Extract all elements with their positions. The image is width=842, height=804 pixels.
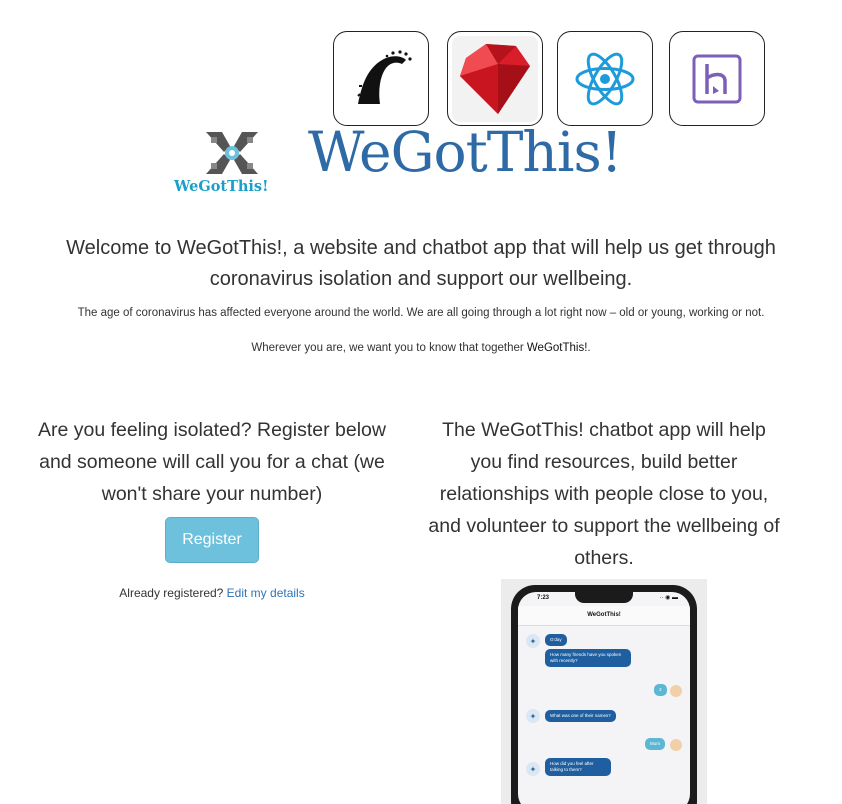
chatbot-pitch-line-3: relationships with people close to you, <box>439 483 769 505</box>
heroku-tile <box>669 31 765 126</box>
chat-header: WeGotThis! <box>518 606 690 626</box>
already-registered: Already registered? Edit my details <box>22 586 402 600</box>
register-pitch-line-1: Are you feeling isolated? Register below <box>38 419 386 441</box>
register-pitch-line-3: won't share your number) <box>101 483 323 505</box>
welcome-line-2: coronavirus isolation and support our we… <box>209 268 633 290</box>
chat-message-bot: G'day <box>545 634 567 646</box>
user-avatar-icon <box>670 685 682 697</box>
intro-paragraph-2: Wherever you are, we want you to know th… <box>0 342 842 354</box>
ruby-icon <box>452 35 538 122</box>
chat-message-user: 3 <box>654 684 667 696</box>
bot-avatar-icon: ✦ <box>526 762 540 776</box>
rails-tile <box>333 31 429 126</box>
react-tile <box>557 31 653 126</box>
chatbot-pitch-line-4: and volunteer to support the wellbeing o… <box>428 515 780 537</box>
chatbot-pitch: The WeGotThis! chatbot app will help you… <box>414 414 794 574</box>
register-pitch: Are you feeling isolated? Register below… <box>22 414 402 510</box>
chatbot-pitch-line-5: others. <box>574 547 634 569</box>
status-icons: ·· ◉ ▬ <box>659 595 678 601</box>
intro-paragraph-1: The age of coronavirus has affected ever… <box>77 307 765 319</box>
chatbot-pitch-line-1: The WeGotThis! chatbot app will help <box>442 419 766 441</box>
bot-avatar-icon: ✦ <box>526 634 540 648</box>
intro-prefix: Wherever you are, we want you to know th… <box>251 342 527 354</box>
heroku-icon <box>692 54 742 103</box>
status-time: 7:23 <box>537 595 550 601</box>
user-avatar-icon <box>670 739 682 751</box>
brand-logo: WeGotThis! <box>172 128 292 196</box>
chat-message-bot: How did you feel after talking to them? <box>545 758 611 776</box>
intro-suffix: . <box>587 342 591 354</box>
welcome-line-1: Welcome to WeGotThis!, a website and cha… <box>66 237 776 259</box>
phone-mockup: 7:23 ·· ◉ ▬ WeGotThis! ✦ G'day How many … <box>501 579 707 804</box>
chatbot-pitch-line-2: you find resources, build better <box>470 451 738 473</box>
ruby-tile <box>447 31 543 126</box>
chat-message-user: Mum <box>645 738 665 750</box>
phone-notch <box>575 592 633 603</box>
chat-message-bot: How many friends have you spoken with re… <box>545 649 631 667</box>
already-registered-text: Already registered? <box>119 586 227 600</box>
react-icon <box>575 52 635 105</box>
intro-brand: WeGotThis! <box>526 342 588 354</box>
logo-emblem-icon <box>206 132 258 174</box>
chat-message-bot: What was one of their names? <box>545 710 616 722</box>
edit-details-link[interactable]: Edit my details <box>227 586 305 600</box>
welcome-heading: Welcome to WeGotThis!, a website and cha… <box>0 233 842 295</box>
phone-screen: 7:23 ·· ◉ ▬ WeGotThis! ✦ G'day How many … <box>518 592 690 804</box>
bot-avatar-icon: ✦ <box>526 709 540 723</box>
logo-text: WeGotThis! <box>174 178 269 195</box>
register-button[interactable]: Register <box>165 517 259 563</box>
rails-icon <box>357 49 412 104</box>
register-pitch-line-2: and someone will call you for a chat (we <box>39 451 385 473</box>
page-title: WeGotThis! <box>308 120 623 184</box>
